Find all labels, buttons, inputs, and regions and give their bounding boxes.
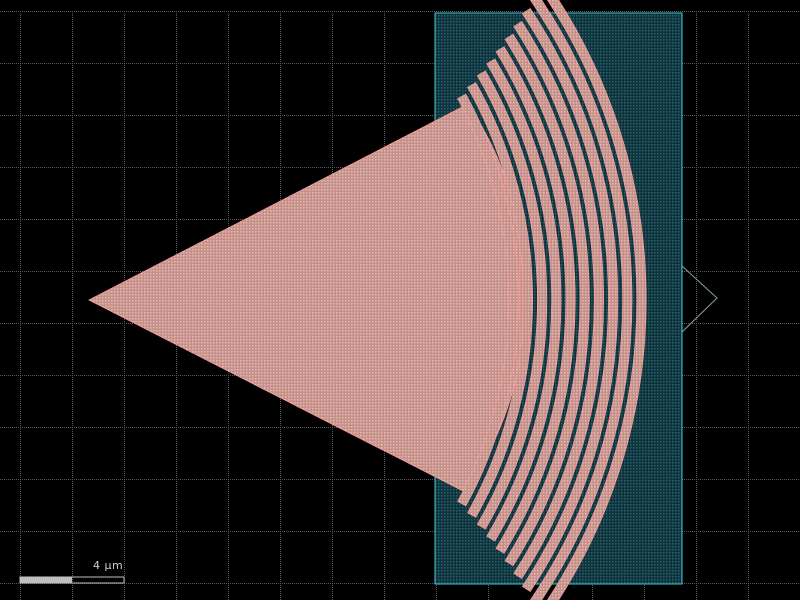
scale-bar-label: 4 µm [93,559,124,572]
layout-canvas[interactable] [0,0,800,600]
scale-bar-filled [20,577,72,583]
